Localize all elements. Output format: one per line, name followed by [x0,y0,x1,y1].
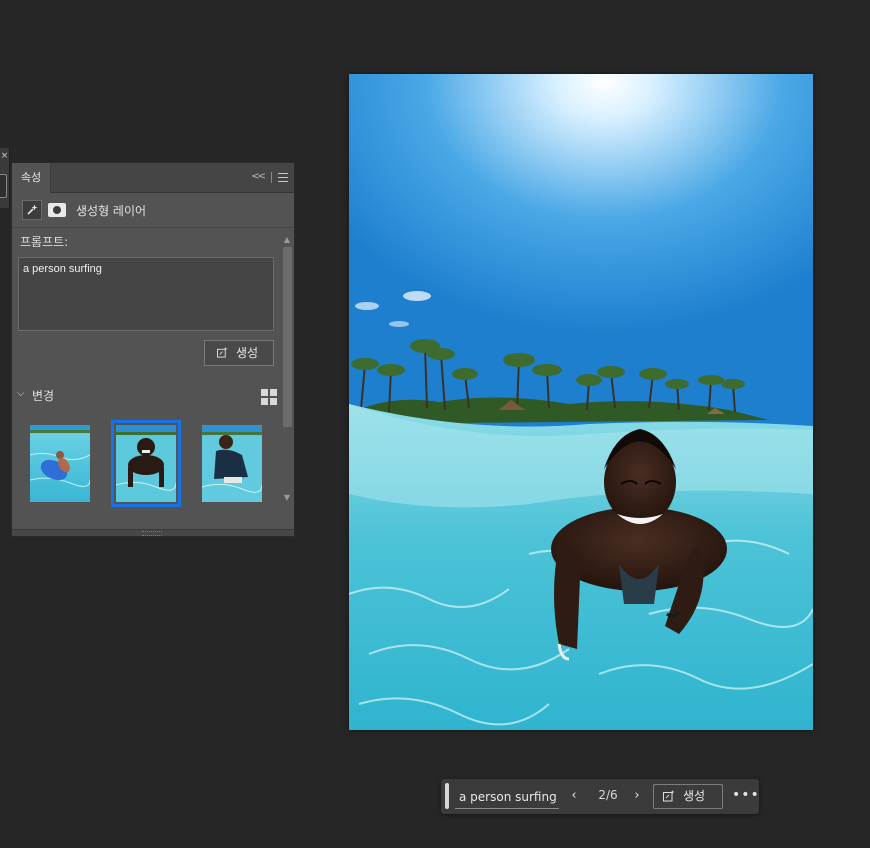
layer-mask-icon [48,203,66,217]
taskbar-prompt-input[interactable]: a person surfing [455,785,559,809]
resize-grip-icon [142,531,162,536]
generative-sparkle-icon [22,200,42,220]
panel-resize-handle[interactable] [12,529,294,536]
more-options-icon[interactable]: ••• [732,786,759,806]
taskbar-generate-label: 생성 [683,789,706,803]
properties-panel: 속성 << 생성형 레이어 프롬프트: a person surfing 생성 … [11,162,295,537]
panel-tab-bar: 속성 << [12,163,294,193]
close-icon[interactable]: × [0,150,9,162]
generate-icon [217,347,228,358]
variation-counter: 2/6 [598,788,618,802]
chevron-down-icon[interactable]: ⌵ [17,388,25,399]
panel-scrollbar[interactable]: ▲ ▼ [282,235,292,503]
drag-handle-icon[interactable] [445,783,449,809]
next-variation-icon[interactable]: › [630,787,644,805]
variation-thumbnail-2[interactable] [111,420,181,507]
layer-name: 생성형 레이어 [76,204,147,218]
generate-button-label: 생성 [236,346,259,360]
variation-thumbnail-3[interactable] [202,425,262,502]
scroll-down-icon[interactable]: ▼ [282,493,292,503]
document-canvas[interactable] [349,74,813,730]
tab-divider [271,172,272,183]
variations-header[interactable]: ⌵ 변경 [12,385,280,407]
collapsed-panel-button[interactable] [0,174,7,198]
contextual-task-bar: a person surfing ‹ 2/6 › 생성 ••• [441,779,759,814]
grid-view-icon[interactable] [261,389,277,405]
previous-variation-icon[interactable]: ‹ [567,787,581,805]
collapse-panel-icon[interactable]: << [251,171,266,183]
generate-icon [663,790,675,802]
taskbar-generate-button[interactable]: 생성 [653,784,723,809]
prompt-input[interactable]: a person surfing [18,257,274,331]
variations-label: 변경 [32,389,55,403]
hamburger-menu-icon[interactable] [278,173,288,182]
variation-thumbnail-1[interactable] [30,425,90,502]
scroll-thumb[interactable] [283,247,292,427]
collapsed-panel-strip: × [0,148,10,208]
generated-image [349,74,813,730]
tab-properties[interactable]: 속성 [12,163,51,193]
layer-info-row: 생성형 레이어 [12,193,294,228]
prompt-label: 프롬프트: [20,235,69,249]
generate-button[interactable]: 생성 [204,340,274,366]
scroll-up-icon[interactable]: ▲ [282,235,292,245]
